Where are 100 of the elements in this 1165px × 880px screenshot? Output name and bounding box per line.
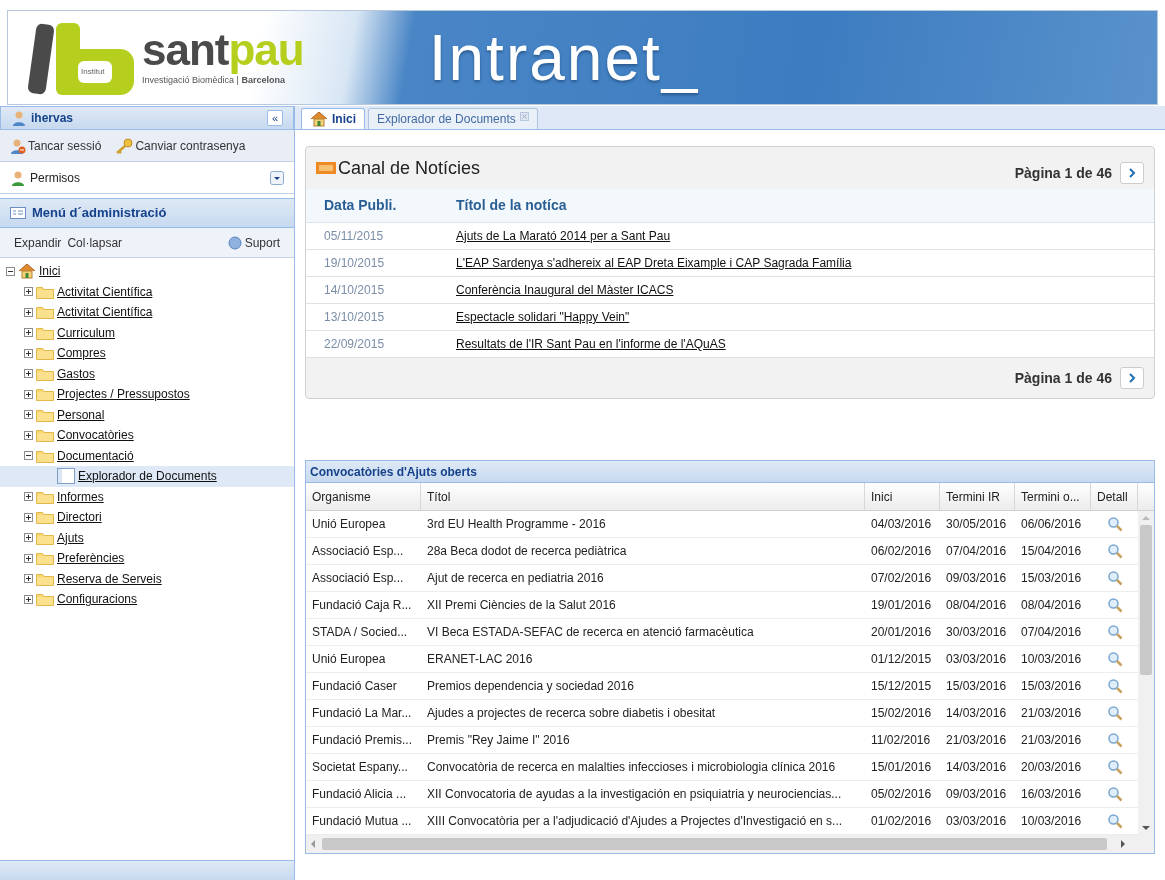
column-header[interactable]: Termini IR: [940, 483, 1015, 510]
expand-toggle-icon[interactable]: [24, 328, 33, 338]
scroll-right-icon: [1120, 840, 1126, 848]
tree-item-link[interactable]: Personal: [57, 405, 105, 424]
role-select[interactable]: Permisos: [0, 162, 294, 194]
logo-bar-icon: [27, 23, 55, 95]
table-cell-text: 07/04/2016: [945, 543, 1008, 560]
logo-badge-text: Institut: [81, 66, 105, 78]
expand-toggle-icon[interactable]: [24, 492, 33, 502]
magnifier-icon[interactable]: [1106, 813, 1123, 829]
magnifier-icon[interactable]: [1106, 678, 1123, 694]
table-cell-text: 15/03/2016: [945, 678, 1008, 695]
news-title-link[interactable]: Conferència Inaugural del Màster ICACS: [456, 281, 674, 299]
table-cell-text: 05/02/2016: [870, 786, 933, 803]
toolbar-link[interactable]: Col·lapsar: [67, 233, 123, 252]
chevron-right-icon: [1128, 373, 1136, 383]
folder-icon: [36, 571, 54, 586]
close-icon[interactable]: [519, 112, 529, 121]
magnifier-icon[interactable]: [1106, 543, 1123, 559]
tree-item-link[interactable]: Configuracions: [57, 590, 138, 609]
collapse-button[interactable]: «: [267, 110, 283, 126]
column-header[interactable]: Inici: [865, 483, 940, 510]
home-icon: [310, 111, 328, 127]
tree-item-link[interactable]: Directori: [57, 508, 102, 527]
magnifier-icon[interactable]: [1106, 624, 1123, 640]
tree-item-link[interactable]: Convocatòries: [57, 426, 134, 445]
selected-tree-row[interactable]: Explorador de Documents: [0, 466, 294, 487]
tree-item-link[interactable]: Inici: [39, 262, 61, 281]
expand-toggle-icon[interactable]: [24, 307, 33, 317]
rss-icon: [316, 162, 336, 174]
table-cell-text: Fundació Caser: [311, 678, 398, 695]
tree-item-link[interactable]: Compres: [57, 344, 106, 363]
expand-toggle-icon[interactable]: [24, 410, 33, 420]
tree-item-link[interactable]: Explorador de Documents: [78, 467, 217, 486]
table-cell-text: Premis "Rey Jaime I" 2016: [426, 732, 571, 749]
magnifier-icon[interactable]: [1106, 516, 1123, 532]
column-header[interactable]: Organisme: [306, 483, 421, 510]
table-cell-text: 20/03/2016: [1020, 759, 1083, 776]
home-icon: [18, 263, 36, 280]
horizontal-scrollbar[interactable]: [306, 835, 1154, 853]
table-cell-text: Fundació La Mar...: [311, 705, 413, 722]
magnifier-icon[interactable]: [1106, 651, 1123, 667]
table-cell-text: 15/03/2016: [1020, 570, 1083, 587]
tree-item-link[interactable]: Activitat Científica: [57, 303, 153, 322]
next-page-button[interactable]: [1120, 367, 1144, 389]
table-cell-text: XII Premi Ciències de la Salut 2016: [426, 597, 617, 614]
expand-toggle-icon[interactable]: [24, 430, 33, 440]
tree-item-link[interactable]: Gastos: [57, 364, 95, 383]
support-link[interactable]: Suport: [244, 233, 280, 252]
news-title-link[interactable]: Ajuts de La Marató 2014 per a Sant Pau: [456, 227, 671, 245]
tree-item-link[interactable]: Activitat Científica: [57, 282, 153, 301]
expand-toggle-icon[interactable]: [24, 553, 33, 563]
expand-toggle-icon[interactable]: [24, 389, 33, 399]
news-date: 13/10/2015: [323, 309, 386, 326]
magnifier-icon[interactable]: [1106, 732, 1123, 748]
table-cell-text: 21/03/2016: [1020, 705, 1083, 722]
vertical-scrollbar[interactable]: [1138, 511, 1154, 835]
scroll-down-icon[interactable]: [1142, 825, 1150, 831]
tree-item-link[interactable]: Informes: [57, 487, 104, 506]
magnifier-icon[interactable]: [1106, 786, 1123, 802]
expand-toggle-icon[interactable]: [24, 287, 33, 297]
tree-item-link[interactable]: Curriculum: [57, 323, 115, 342]
tab[interactable]: Explorador de Documents: [368, 108, 538, 129]
column-header[interactable]: Títol: [421, 483, 865, 510]
expand-toggle-icon[interactable]: [24, 512, 33, 522]
magnifier-icon[interactable]: [1106, 570, 1123, 586]
next-page-button[interactable]: [1120, 162, 1144, 184]
expand-toggle-icon[interactable]: [24, 594, 33, 604]
expand-toggle-icon[interactable]: [24, 369, 33, 379]
tree-item-link[interactable]: Ajuts: [57, 528, 84, 547]
table-cell-text: 15/04/2016: [1020, 543, 1083, 560]
table-cell-text: 06/06/2016: [1020, 516, 1083, 533]
magnifier-icon[interactable]: [1106, 705, 1123, 721]
toolbar-link[interactable]: Expandir: [14, 233, 62, 252]
column-header[interactable]: Detall: [1091, 483, 1138, 510]
column-header[interactable]: Termini o...: [1015, 483, 1091, 510]
change-password-link[interactable]: Canviar contrasenya: [115, 136, 246, 155]
table-cell-text: 14/03/2016: [945, 705, 1008, 722]
magnifier-icon[interactable]: [1106, 759, 1123, 775]
table-cell-text: 01/02/2016: [870, 813, 933, 830]
news-title-link[interactable]: Resultats de l'IR Sant Pau en l'informe de l'AQuAS: [456, 335, 726, 353]
collapse-toggle-icon[interactable]: [24, 451, 33, 461]
news-title-link[interactable]: Espectacle solidari "Happy Vein": [456, 308, 630, 326]
tree-item-link[interactable]: Preferències: [57, 549, 125, 568]
table-cell-text: Fundació Caja R...: [311, 597, 413, 614]
collapse-toggle-icon[interactable]: [6, 266, 15, 276]
tree-item-link[interactable]: Projectes / Pressupostos: [57, 385, 190, 404]
table-cell-text: 19/01/2016: [870, 597, 933, 614]
folder-icon: [36, 284, 54, 299]
expand-toggle-icon[interactable]: [24, 574, 33, 584]
news-title-link[interactable]: L'EAP Sardenya s'adhereix al EAP Dreta Eixample i CAP Sagrada Família: [456, 254, 852, 272]
scroll-left-icon: [310, 840, 316, 848]
table-cell-text: Fundació Alicia ...: [311, 786, 408, 803]
expand-toggle-icon[interactable]: [24, 533, 33, 543]
logout-link[interactable]: Tancar sessió: [10, 136, 102, 155]
expand-toggle-icon[interactable]: [24, 348, 33, 358]
magnifier-icon[interactable]: [1106, 597, 1123, 613]
tree-item-link[interactable]: Documentació: [57, 446, 134, 465]
tab[interactable]: Inici: [301, 108, 365, 129]
tree-item-link[interactable]: Reserva de Serveis: [57, 569, 162, 588]
